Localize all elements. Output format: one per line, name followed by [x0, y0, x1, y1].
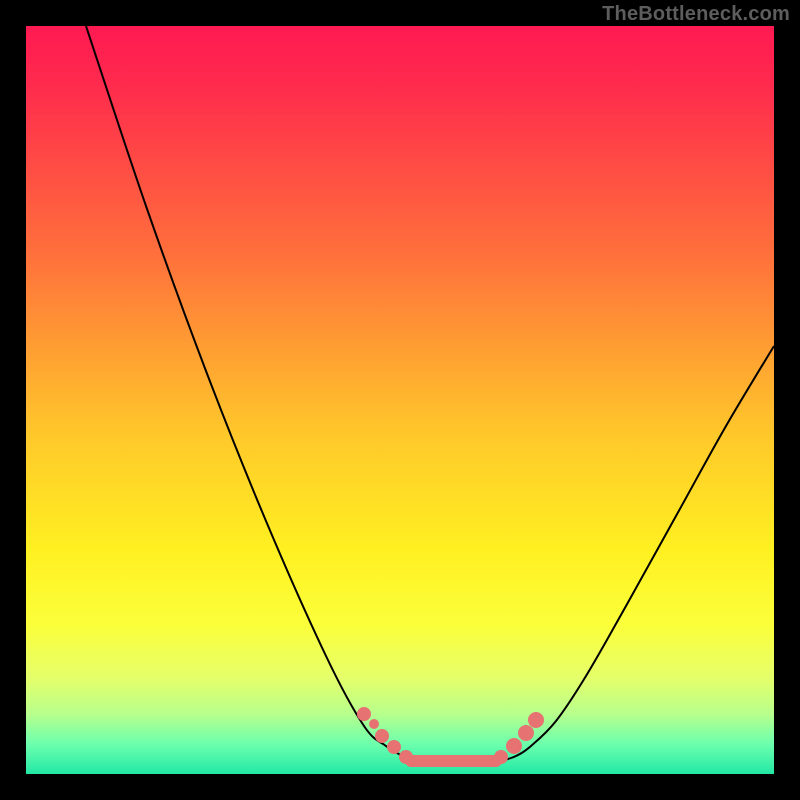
marker-dot: [357, 707, 371, 721]
marker-dot: [506, 738, 522, 754]
bottleneck-right-curve: [501, 346, 774, 761]
marker-dot: [387, 740, 401, 754]
marker-dot: [375, 729, 389, 743]
chart-svg: [26, 26, 774, 774]
marker-dot: [399, 750, 413, 764]
marker-dot: [518, 725, 534, 741]
marker-dot: [494, 750, 508, 764]
chart-frame: [26, 26, 774, 774]
watermark-text: TheBottleneck.com: [602, 3, 790, 26]
bottleneck-left-curve: [86, 26, 406, 758]
marker-dot: [528, 712, 544, 728]
marker-dot: [369, 719, 379, 729]
